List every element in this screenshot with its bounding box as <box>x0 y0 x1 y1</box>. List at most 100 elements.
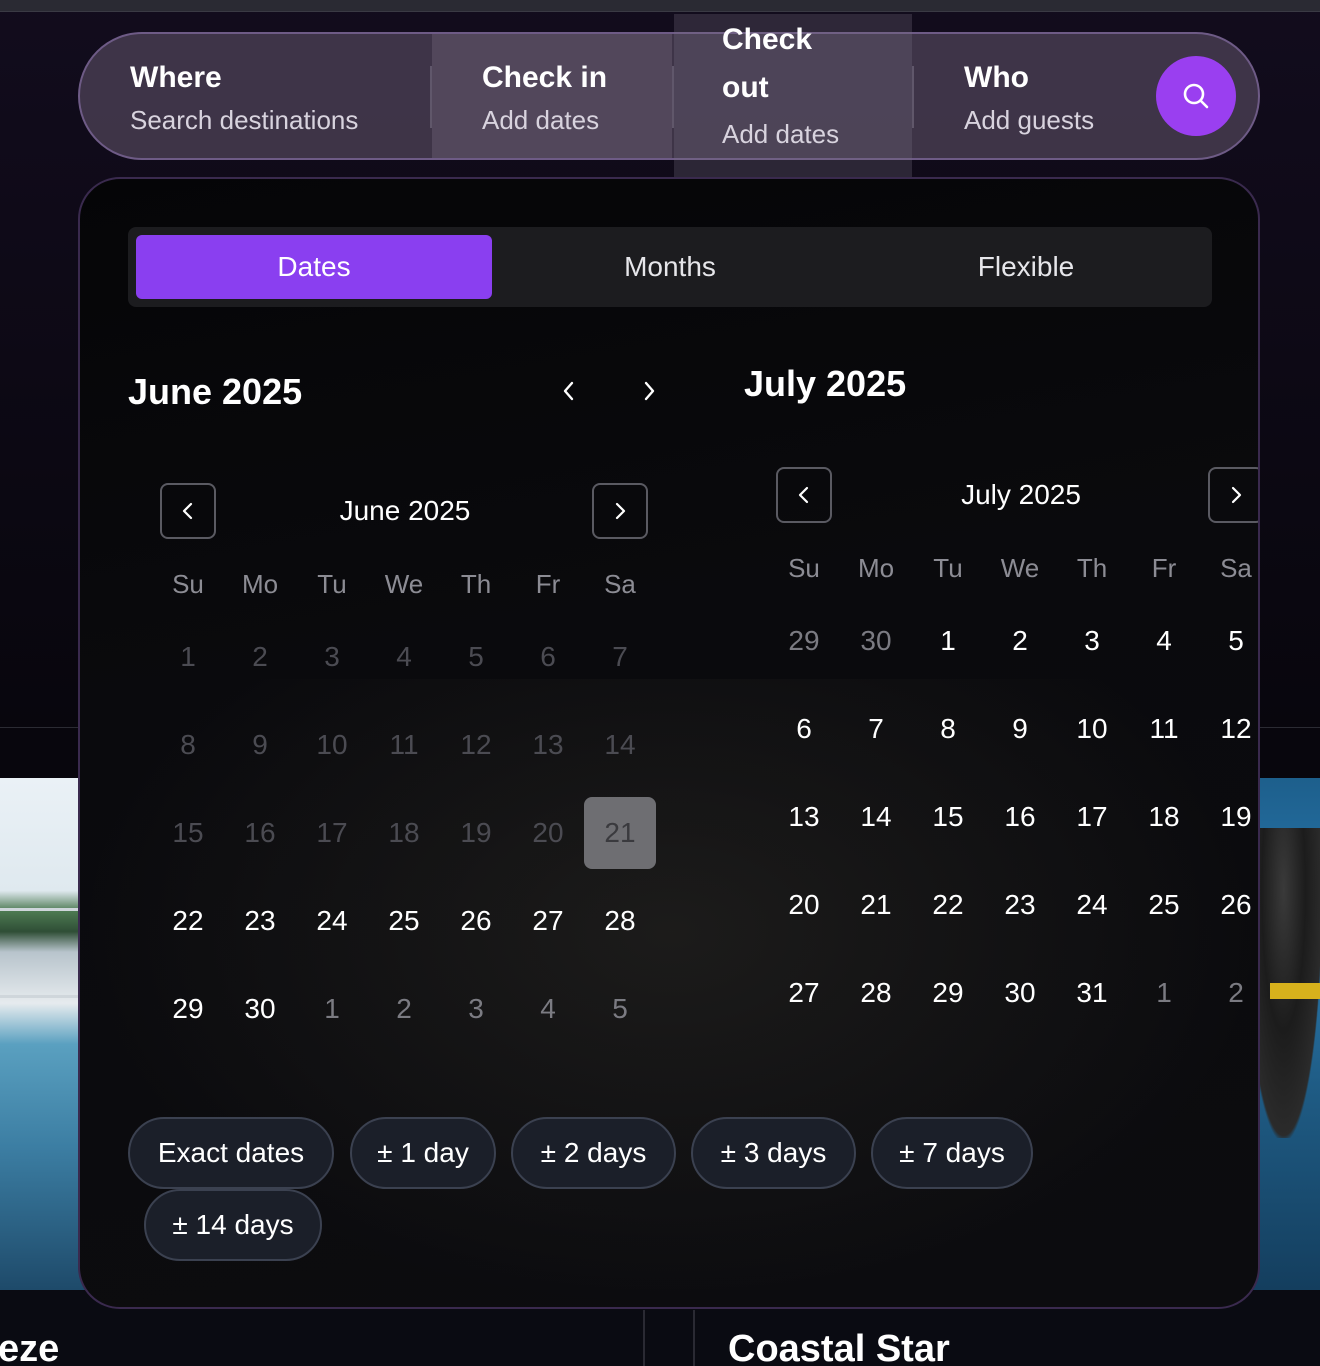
calendar-day[interactable]: 10 <box>1056 693 1128 765</box>
calendar-day[interactable]: 1 <box>296 973 368 1045</box>
search-button[interactable] <box>1156 56 1236 136</box>
calendar-day[interactable]: 12 <box>1200 693 1258 765</box>
calendar-day[interactable]: 1 <box>912 605 984 677</box>
calendar-day[interactable]: 10 <box>296 709 368 781</box>
calendar-day[interactable]: 4 <box>368 621 440 693</box>
calendar-day[interactable]: 8 <box>912 693 984 765</box>
calendar-day[interactable]: 27 <box>768 957 840 1029</box>
calendar-day[interactable]: 14 <box>584 709 656 781</box>
diver-tank-stripe <box>1270 983 1320 999</box>
where-field[interactable]: Where Search destinations <box>80 34 432 158</box>
calendar-day[interactable]: 1 <box>1128 957 1200 1029</box>
calendar-day[interactable]: 17 <box>296 797 368 869</box>
yacht-listing-image[interactable] <box>0 778 90 1290</box>
calendar-day[interactable]: 4 <box>512 973 584 1045</box>
calendar-day[interactable]: 20 <box>512 797 584 869</box>
calendar-day[interactable]: 28 <box>840 957 912 1029</box>
check-in-field[interactable]: Check in Add dates <box>432 34 672 158</box>
prev-month-button[interactable] <box>554 376 584 406</box>
calendar-day[interactable]: 28 <box>584 885 656 957</box>
calendar-day[interactable]: 19 <box>440 797 512 869</box>
calendar-day[interactable]: 15 <box>912 781 984 853</box>
listing-card-title[interactable]: eze <box>0 1328 59 1366</box>
who-label: Who <box>964 61 1029 94</box>
chevron-right-icon <box>1231 486 1242 504</box>
calendar-day[interactable]: 25 <box>1128 869 1200 941</box>
calendar-day[interactable]: 15 <box>152 797 224 869</box>
calendar-day[interactable]: 24 <box>1056 869 1128 941</box>
tab-months[interactable]: Months <box>492 235 848 299</box>
weekday-label: Tu <box>317 569 347 599</box>
calendar-day[interactable]: 13 <box>768 781 840 853</box>
calendar-day[interactable]: 16 <box>224 797 296 869</box>
calendar-day[interactable]: 3 <box>296 621 368 693</box>
calendar-day[interactable]: 14 <box>840 781 912 853</box>
tab-dates[interactable]: Dates <box>136 235 492 299</box>
calendar-day[interactable]: 30 <box>224 973 296 1045</box>
chevron-right-icon <box>644 381 655 401</box>
flex-option-chip[interactable]: ± 14 days <box>144 1189 322 1261</box>
next-month-button[interactable] <box>634 376 664 406</box>
calendar-next-button[interactable] <box>592 483 648 539</box>
flex-option-chip[interactable]: ± 7 days <box>871 1117 1033 1189</box>
calendar-day[interactable]: 11 <box>1128 693 1200 765</box>
calendar-day[interactable]: 30 <box>840 605 912 677</box>
check-out-field[interactable]: Check out Add dates <box>674 14 912 178</box>
calendar-day-selected[interactable]: 21 <box>584 797 656 869</box>
calendar-day[interactable]: 29 <box>152 973 224 1045</box>
calendar-day[interactable]: 7 <box>584 621 656 693</box>
calendar-day[interactable]: 24 <box>296 885 368 957</box>
calendar-day[interactable]: 26 <box>1200 869 1258 941</box>
calendar-day[interactable]: 11 <box>368 709 440 781</box>
calendar-day[interactable]: 20 <box>768 869 840 941</box>
calendar-day[interactable]: 18 <box>1128 781 1200 853</box>
calendar-day[interactable]: 5 <box>440 621 512 693</box>
calendar-day[interactable]: 4 <box>1128 605 1200 677</box>
who-field[interactable]: Who Add guests <box>914 34 1144 158</box>
calendar-day[interactable]: 23 <box>984 869 1056 941</box>
calendar-day[interactable]: 30 <box>984 957 1056 1029</box>
calendar-day[interactable]: 13 <box>512 709 584 781</box>
calendar-prev-button[interactable] <box>160 483 216 539</box>
calendar-day[interactable]: 6 <box>768 693 840 765</box>
check-out-label: Check out <box>722 23 813 104</box>
calendar-day[interactable]: 6 <box>512 621 584 693</box>
calendar-day[interactable]: 29 <box>768 605 840 677</box>
calendar-prev-button[interactable] <box>776 467 832 523</box>
flex-option-chip[interactable]: ± 2 days <box>511 1117 676 1189</box>
calendar-day[interactable]: 21 <box>840 869 912 941</box>
calendar-day[interactable]: 7 <box>840 693 912 765</box>
flex-option-chip[interactable]: Exact dates <box>128 1117 334 1189</box>
calendar-day[interactable]: 9 <box>224 709 296 781</box>
weekday-label: Sa <box>1220 553 1252 583</box>
calendar-next-button[interactable] <box>1208 467 1258 523</box>
calendar-day[interactable]: 2 <box>1200 957 1258 1029</box>
calendar-day[interactable]: 27 <box>512 885 584 957</box>
flex-option-chip[interactable]: ± 1 day <box>350 1117 496 1189</box>
calendar-day[interactable]: 9 <box>984 693 1056 765</box>
calendar-day[interactable]: 18 <box>368 797 440 869</box>
calendar-day[interactable]: 31 <box>1056 957 1128 1029</box>
calendar-day[interactable]: 2 <box>224 621 296 693</box>
calendar-day[interactable]: 23 <box>224 885 296 957</box>
calendar-day[interactable]: 5 <box>1200 605 1258 677</box>
calendar-day[interactable]: 3 <box>440 973 512 1045</box>
calendar-day[interactable]: 12 <box>440 709 512 781</box>
calendar-day[interactable]: 25 <box>368 885 440 957</box>
tab-flexible[interactable]: Flexible <box>848 235 1204 299</box>
calendar-day[interactable]: 29 <box>912 957 984 1029</box>
calendar-day[interactable]: 26 <box>440 885 512 957</box>
calendar-day[interactable]: 3 <box>1056 605 1128 677</box>
calendar-day[interactable]: 8 <box>152 709 224 781</box>
calendar-day[interactable]: 1 <box>152 621 224 693</box>
listing-card-title[interactable]: Coastal Star <box>728 1328 950 1366</box>
calendar-day[interactable]: 2 <box>984 605 1056 677</box>
calendar-day[interactable]: 17 <box>1056 781 1128 853</box>
calendar-day[interactable]: 22 <box>912 869 984 941</box>
flex-option-chip[interactable]: ± 3 days <box>691 1117 856 1189</box>
calendar-day[interactable]: 16 <box>984 781 1056 853</box>
calendar-day[interactable]: 22 <box>152 885 224 957</box>
calendar-day[interactable]: 5 <box>584 973 656 1045</box>
calendar-day[interactable]: 2 <box>368 973 440 1045</box>
calendar-day[interactable]: 19 <box>1200 781 1258 853</box>
